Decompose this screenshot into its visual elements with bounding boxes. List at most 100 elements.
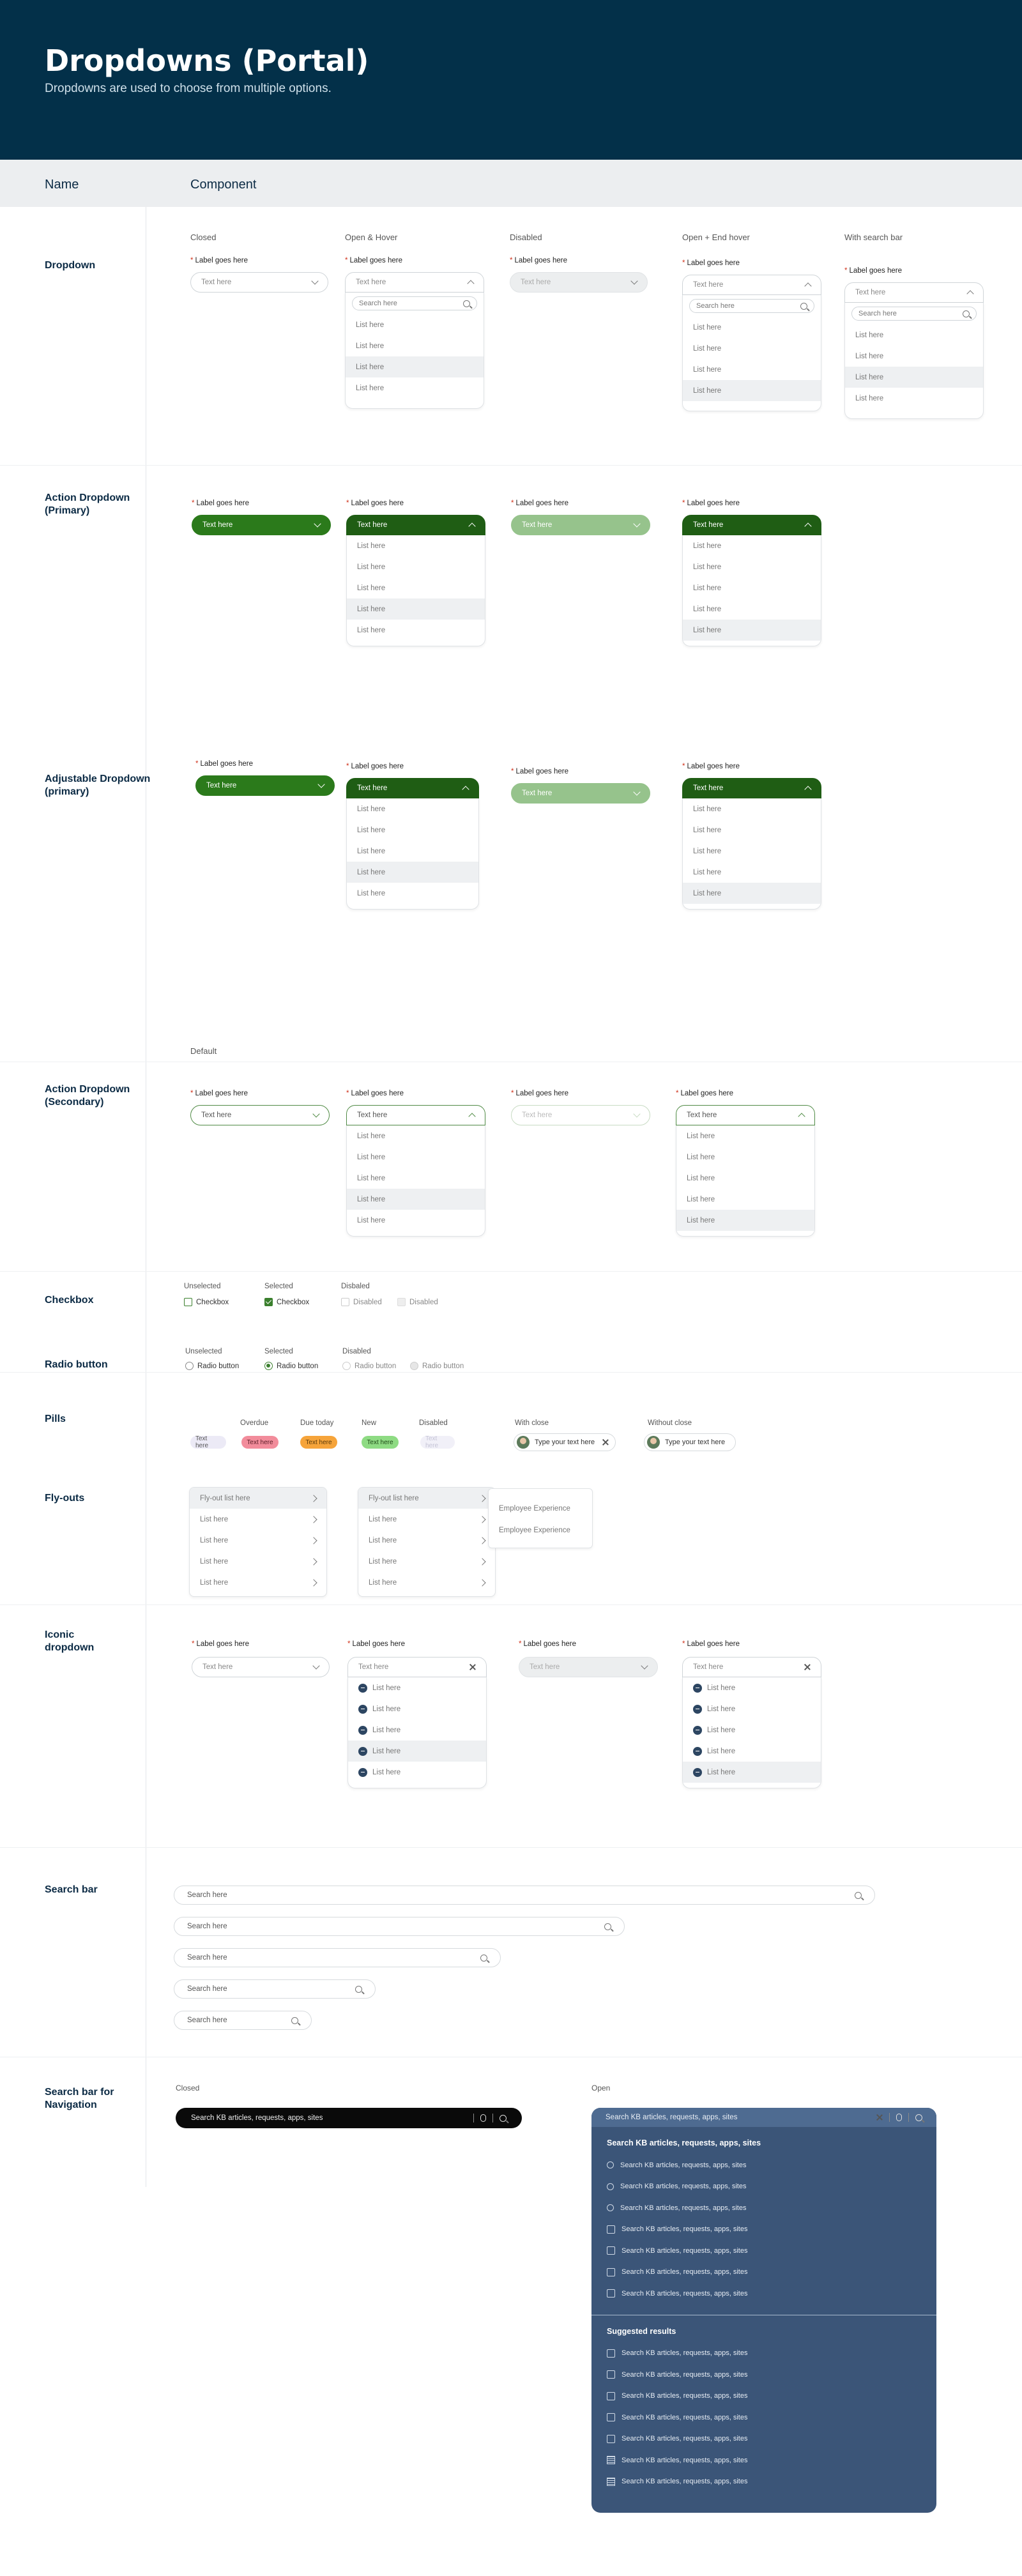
list-item[interactable]: List here	[348, 1719, 486, 1741]
list-item-hover[interactable]: List here	[845, 367, 983, 388]
result-item[interactable]: Search KB articles, requests, apps, site…	[607, 2386, 921, 2407]
result-item[interactable]: Search KB articles, requests, apps, site…	[607, 2428, 921, 2450]
list-item[interactable]: List here	[683, 841, 821, 862]
list-item[interactable]: List here	[845, 324, 983, 346]
list-item[interactable]: List here	[347, 819, 478, 841]
result-item[interactable]: Search KB articles, requests, apps, site…	[607, 2450, 921, 2471]
chip-without-close[interactable]: Type your text here	[644, 1433, 736, 1451]
iconic-dropdown-open-end[interactable]: Text here	[682, 1657, 821, 1677]
suggestion-item[interactable]: Search KB articles, requests, apps, site…	[607, 2262, 921, 2283]
action-dropdown-primary-open-end[interactable]: Text here	[682, 515, 821, 535]
radio-unselected[interactable]: Radio button	[185, 1362, 239, 1370]
dropdown-with-search[interactable]: Text here	[844, 282, 984, 303]
adjustable-dropdown-open[interactable]: Text here	[346, 778, 479, 798]
result-item[interactable]: Search KB articles, requests, apps, site…	[607, 2407, 921, 2428]
action-dropdown-secondary-open[interactable]: Text here	[346, 1105, 485, 1125]
list-item[interactable]: List here	[347, 577, 485, 598]
suggestion-item[interactable]: Search KB articles, requests, apps, site…	[607, 2283, 921, 2305]
list-item[interactable]: List here	[347, 798, 478, 819]
flyout-item[interactable]: List here	[190, 1509, 326, 1530]
list-item[interactable]: List here	[683, 338, 821, 359]
list-item[interactable]: List here	[676, 1125, 814, 1147]
flyout-item[interactable]: List here	[358, 1530, 495, 1551]
adjustable-dropdown[interactable]: Text here	[195, 775, 335, 796]
list-item[interactable]: List here	[683, 556, 821, 577]
list-item[interactable]: List here	[347, 535, 485, 556]
list-item-hover[interactable]: List here	[683, 1762, 821, 1783]
list-item[interactable]: List here	[683, 819, 821, 841]
close-icon[interactable]	[469, 1664, 476, 1670]
flyout-item[interactable]: List here	[190, 1530, 326, 1551]
adjustable-dropdown-open-end[interactable]: Text here	[682, 778, 821, 798]
search-icon[interactable]	[480, 1954, 487, 1962]
nav-search-input[interactable]: Search KB articles, requests, apps, site…	[591, 2108, 936, 2127]
list-item[interactable]: List here	[683, 1677, 821, 1698]
close-icon[interactable]	[602, 1439, 609, 1445]
checkbox-unselected[interactable]: Checkbox	[184, 1298, 229, 1306]
action-dropdown-secondary-open-end[interactable]: Text here	[676, 1105, 815, 1125]
list-item-hover[interactable]: List here	[683, 883, 821, 904]
search-bar-sm[interactable]: Search here	[174, 1979, 376, 1999]
flyout-subitem[interactable]: Employee Experience	[489, 1498, 592, 1520]
list-item[interactable]: List here	[348, 1677, 486, 1698]
search-icon[interactable]	[915, 2114, 922, 2121]
close-icon[interactable]	[804, 1664, 811, 1670]
list-item[interactable]: List here	[346, 314, 484, 335]
list-item[interactable]: List here	[348, 1698, 486, 1719]
search-input[interactable]: Search here	[851, 307, 977, 321]
list-item[interactable]: List here	[845, 346, 983, 367]
iconic-dropdown-open[interactable]: Text here	[347, 1657, 487, 1677]
list-item-hover[interactable]: List here	[676, 1210, 814, 1231]
nav-search-closed[interactable]: Search KB articles, requests, apps, site…	[176, 2108, 522, 2128]
microphone-icon[interactable]	[896, 2114, 902, 2121]
list-item[interactable]: List here	[346, 377, 484, 399]
list-item[interactable]: List here	[683, 317, 821, 338]
suggestion-item[interactable]: Search KB articles, requests, apps, site…	[607, 2176, 921, 2198]
radio-selected[interactable]: Radio button	[264, 1362, 318, 1370]
list-item[interactable]: List here	[845, 388, 983, 409]
suggestion-item[interactable]: Search KB articles, requests, apps, site…	[607, 2154, 921, 2176]
suggestion-item[interactable]: Search KB articles, requests, apps, site…	[607, 2219, 921, 2241]
list-item[interactable]: List here	[347, 620, 485, 641]
list-item[interactable]: List here	[676, 1147, 814, 1168]
search-bar-xs[interactable]: Search here	[174, 2011, 312, 2030]
list-item-hover[interactable]: List here	[347, 598, 485, 620]
list-item-hover[interactable]: List here	[348, 1741, 486, 1762]
flyout-item[interactable]: List here	[190, 1551, 326, 1572]
list-item-hover[interactable]: List here	[347, 862, 478, 883]
iconic-dropdown[interactable]: Text here	[192, 1657, 330, 1677]
search-bar-lg[interactable]: Search here	[174, 1917, 625, 1936]
action-dropdown-secondary[interactable]: Text here	[190, 1105, 330, 1125]
search-input[interactable]: Search here	[689, 299, 814, 313]
flyout-item[interactable]: List here	[358, 1572, 495, 1593]
close-icon[interactable]	[876, 2114, 883, 2121]
list-item[interactable]: List here	[683, 598, 821, 620]
list-item[interactable]: List here	[347, 556, 485, 577]
action-dropdown-primary-open[interactable]: Text here	[346, 515, 485, 535]
list-item[interactable]: List here	[676, 1168, 814, 1189]
result-item[interactable]: Search KB articles, requests, apps, site…	[607, 2343, 921, 2365]
list-item[interactable]: List here	[683, 798, 821, 819]
search-icon[interactable]	[604, 1923, 611, 1930]
list-item-hover[interactable]: List here	[346, 356, 484, 377]
microphone-icon[interactable]	[480, 2114, 486, 2122]
dropdown-open-end[interactable]: Text here	[682, 275, 821, 295]
list-item[interactable]: List here	[348, 1762, 486, 1783]
dropdown-closed[interactable]: Text here	[190, 272, 328, 293]
list-item[interactable]: List here	[347, 1125, 485, 1147]
list-item[interactable]: List here	[683, 359, 821, 380]
list-item-hover[interactable]: List here	[683, 620, 821, 641]
list-item[interactable]: List here	[683, 862, 821, 883]
suggestion-item[interactable]: Search KB articles, requests, apps, site…	[607, 2197, 921, 2219]
list-item[interactable]: List here	[683, 577, 821, 598]
search-bar-md[interactable]: Search here	[174, 1948, 501, 1967]
list-item[interactable]: List here	[683, 1719, 821, 1741]
flyout-item[interactable]: List here	[358, 1509, 495, 1530]
flyout-item[interactable]: List here	[358, 1551, 495, 1572]
search-icon[interactable]	[500, 2114, 507, 2122]
dropdown-open[interactable]: Text here	[345, 272, 484, 293]
list-item[interactable]: List here	[347, 1147, 485, 1168]
flyout-item[interactable]: Fly-out list here	[358, 1488, 495, 1509]
list-item[interactable]: List here	[347, 1168, 485, 1189]
list-item[interactable]: List here	[676, 1189, 814, 1210]
